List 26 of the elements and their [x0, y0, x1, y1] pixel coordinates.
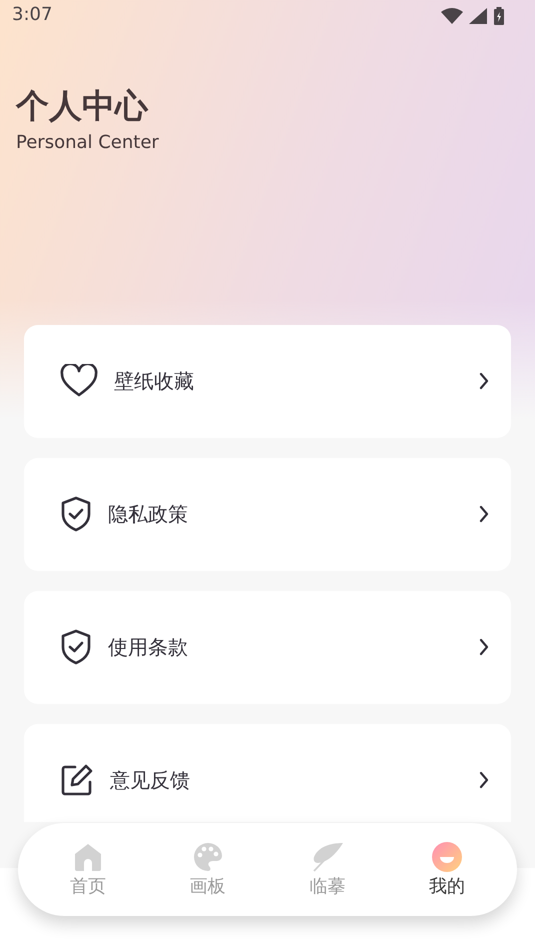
home-icon [72, 842, 103, 872]
menu-item[interactable]: 使用条款 [24, 590, 511, 704]
wifi-icon [441, 8, 463, 24]
smile-icon [432, 842, 462, 872]
chevron-right-icon [479, 372, 489, 390]
shield-check-icon [60, 629, 92, 666]
chevron-right-icon [479, 770, 489, 789]
menu-item[interactable]: 隐私政策 [24, 458, 511, 571]
battery-icon [493, 7, 505, 25]
status-time: 3:07 [12, 4, 52, 25]
shield-check-icon [60, 496, 92, 532]
edit-icon [60, 762, 94, 797]
menu-item[interactable]: 壁纸收藏 [24, 324, 511, 438]
palette-icon [192, 842, 223, 872]
menu-label: 使用条款 [108, 634, 189, 661]
menu-item[interactable]: 意见反馈 [24, 724, 511, 822]
page-subtitle: Personal Center [16, 132, 160, 153]
chevron-right-icon [479, 638, 489, 656]
tab[interactable]: 我的 [402, 842, 492, 898]
menu-label: 壁纸收藏 [114, 368, 195, 395]
menu-label: 意见反馈 [110, 766, 191, 794]
chevron-right-icon [479, 505, 489, 524]
page-title: 个人中心 [16, 86, 150, 126]
signal-icon [469, 8, 487, 24]
heart-icon [60, 364, 98, 398]
menu-label: 隐私政策 [108, 500, 189, 528]
